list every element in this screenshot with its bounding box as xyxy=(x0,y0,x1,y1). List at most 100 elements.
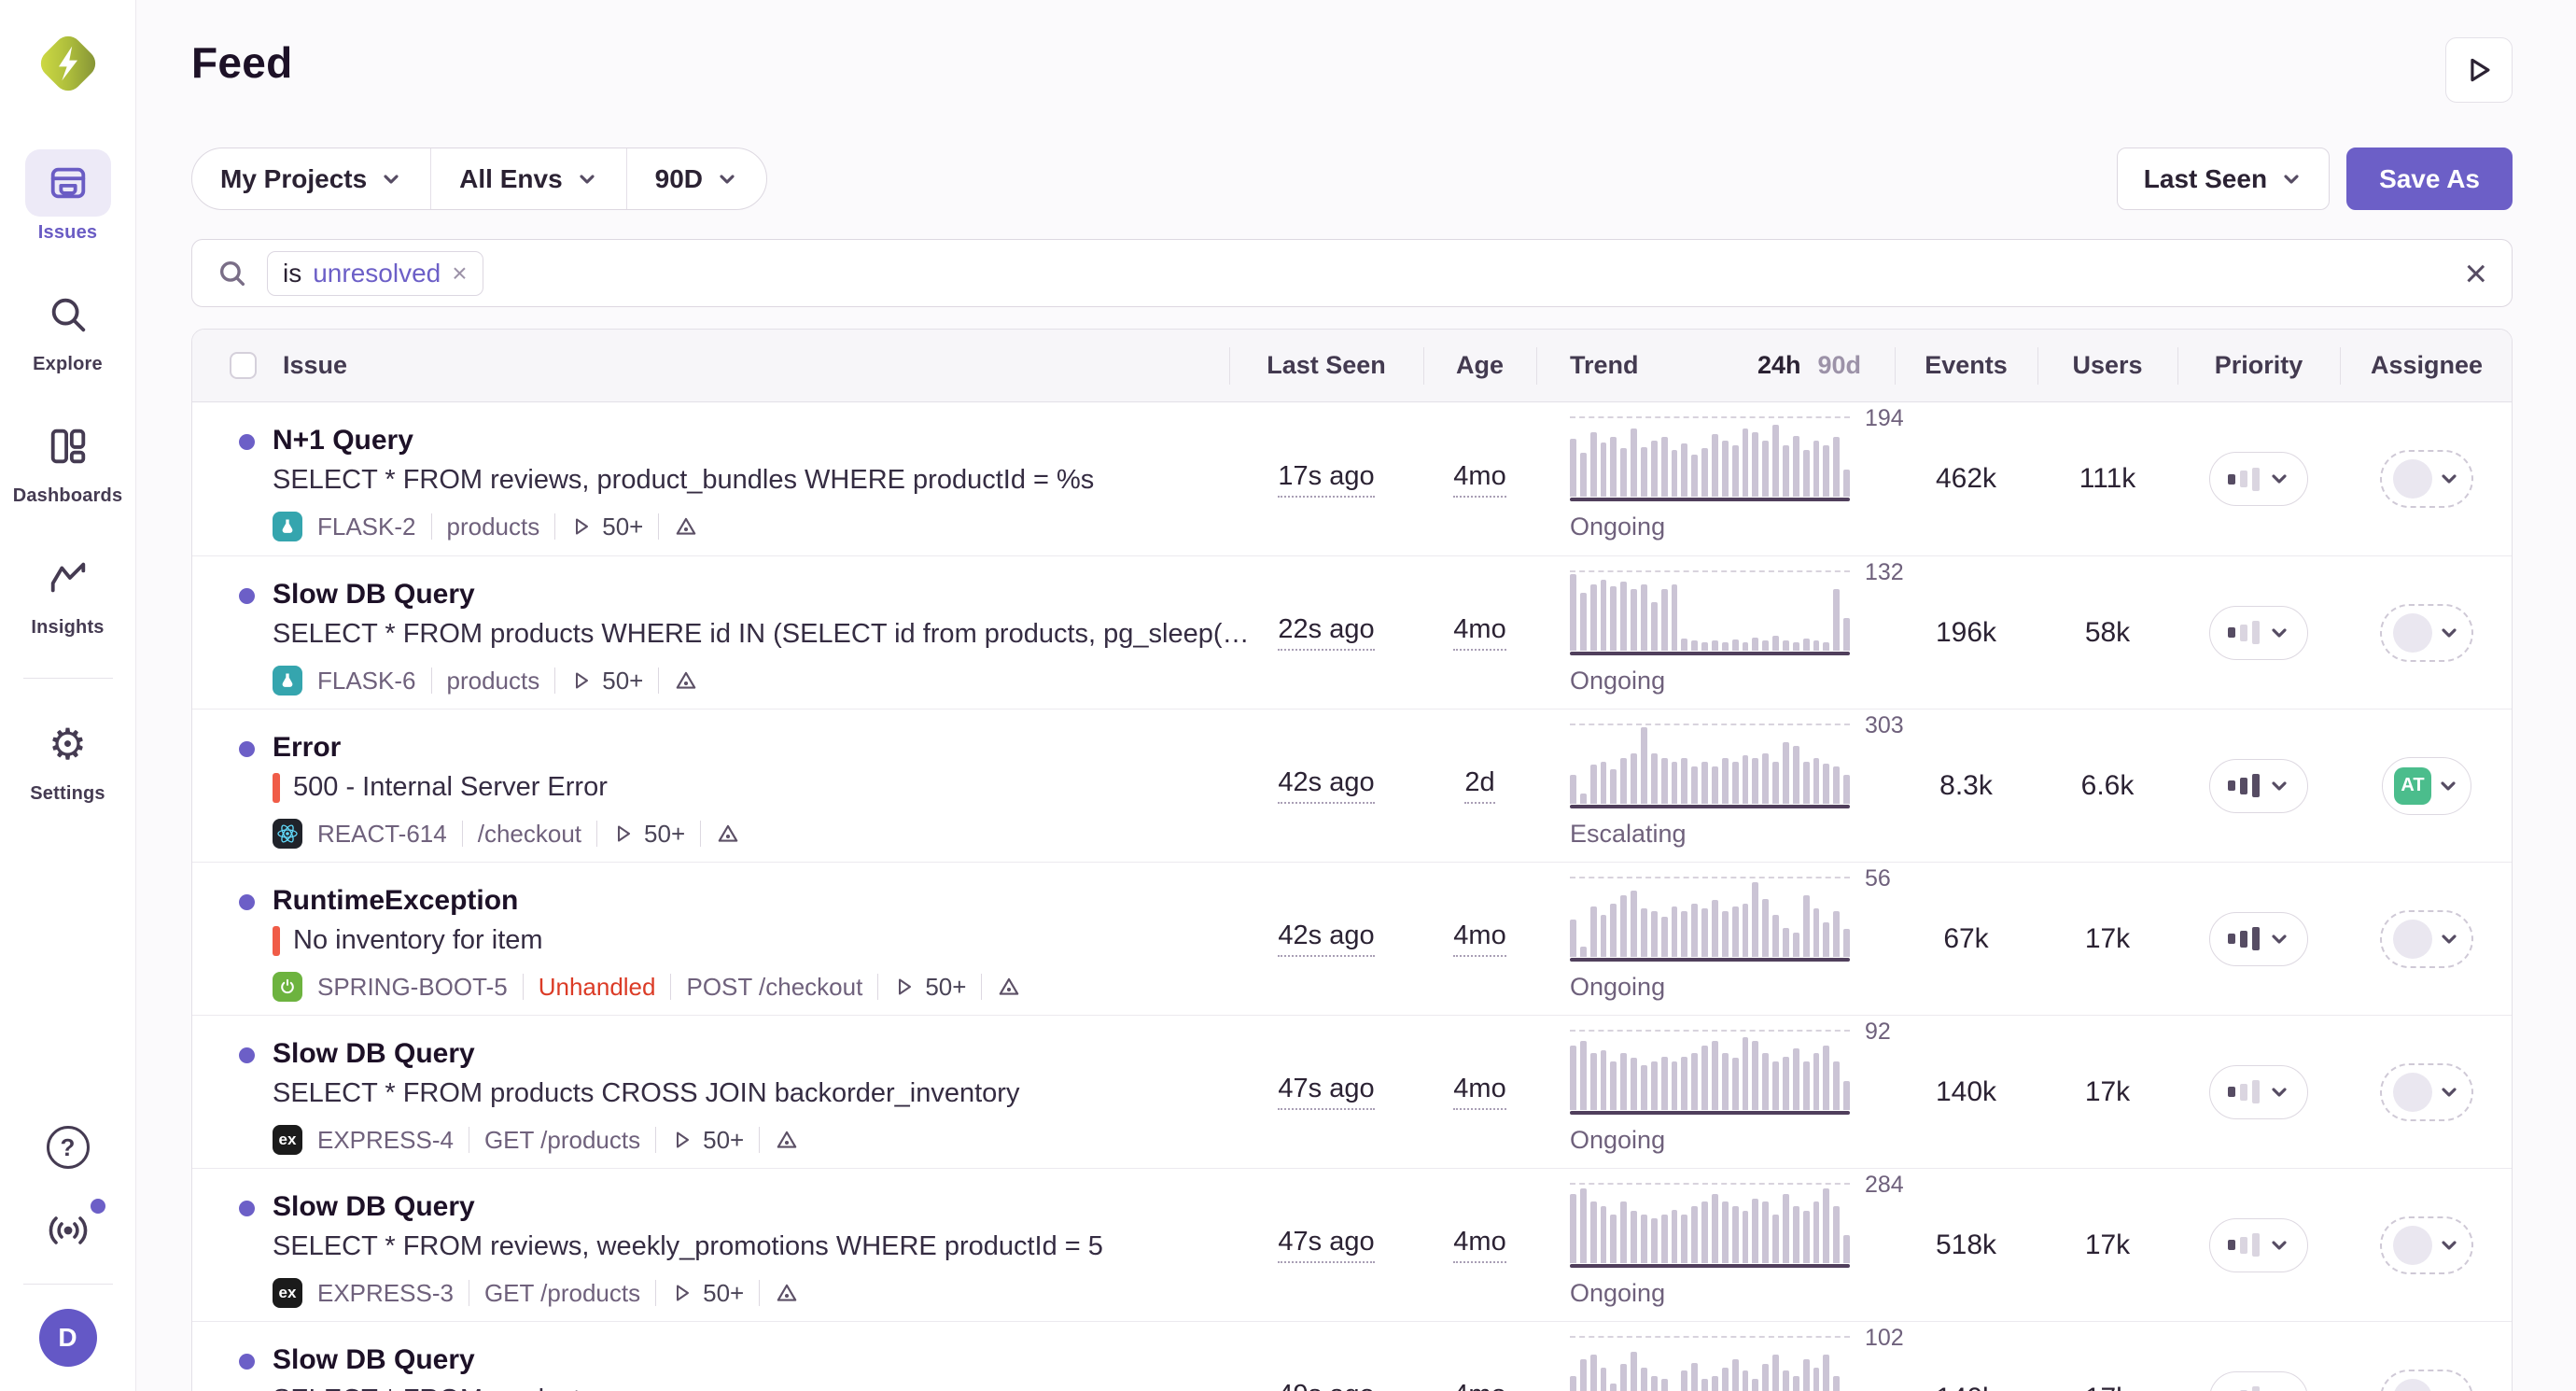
age-value[interactable]: 4mo xyxy=(1453,1227,1505,1263)
age-value[interactable]: 4mo xyxy=(1453,1074,1505,1110)
token-remove-icon[interactable]: × xyxy=(452,259,467,288)
priority-select[interactable] xyxy=(2209,1218,2308,1272)
issue-title[interactable]: N+1 Query xyxy=(273,425,1094,457)
age-value[interactable]: 2d xyxy=(1464,767,1494,804)
sidebar-item-issues[interactable]: Issues xyxy=(25,149,111,244)
user-avatar[interactable]: D xyxy=(39,1309,97,1367)
chevron-down-icon xyxy=(2438,928,2460,950)
sidebar-item-dashboards[interactable]: Dashboards xyxy=(13,413,123,507)
assignee-select[interactable] xyxy=(2380,1063,2473,1121)
last-seen-value[interactable]: 42s ago xyxy=(1278,767,1374,804)
assignee-select[interactable] xyxy=(2380,1370,2473,1391)
express-icon: ex xyxy=(273,1125,302,1155)
column-users[interactable]: Users xyxy=(2037,330,2177,401)
page-filter-bar: My Projects All Envs 90D xyxy=(191,148,767,210)
last-seen-value[interactable]: 17s ago xyxy=(1278,461,1374,498)
priority-select[interactable] xyxy=(2209,452,2308,506)
column-age[interactable]: Age xyxy=(1423,330,1536,401)
date-range-dropdown[interactable]: 90D xyxy=(626,148,766,209)
app-logo[interactable] xyxy=(31,26,105,101)
issue-subtitle: 500 - Internal Server Error xyxy=(293,772,608,803)
priority-select[interactable] xyxy=(2209,759,2308,813)
column-last-seen[interactable]: Last Seen xyxy=(1229,330,1423,401)
sidebar-item-settings[interactable]: ⚙ Settings xyxy=(25,710,111,805)
unresolved-status-dot xyxy=(239,894,255,910)
replay-count[interactable]: 50+ xyxy=(570,667,643,696)
events-count: 8.3k xyxy=(1939,770,1993,802)
trend-baseline xyxy=(1570,1111,1850,1115)
project-filter-dropdown[interactable]: My Projects xyxy=(192,148,430,209)
priority-select[interactable] xyxy=(2209,1371,2308,1391)
assignee-select[interactable] xyxy=(2380,910,2473,968)
trend-90d-toggle[interactable]: 90d xyxy=(1817,351,1861,380)
unresolved-status-dot xyxy=(239,434,255,450)
replay-count[interactable]: 50+ xyxy=(671,1126,744,1155)
alert-triangle-icon xyxy=(997,975,1021,999)
trend-24h-toggle[interactable]: 24h xyxy=(1757,351,1801,380)
issue-title[interactable]: Error xyxy=(273,732,740,764)
priority-select[interactable] xyxy=(2209,606,2308,660)
issue-subtitle: SELECT * FROM reviews, weekly_promotions… xyxy=(273,1231,1103,1262)
last-seen-value[interactable]: 22s ago xyxy=(1278,614,1374,651)
issue-row[interactable]: Slow DB Query SELECT * FROM products ex … xyxy=(192,1321,2512,1391)
trend-sparkline xyxy=(1570,1183,1850,1263)
save-as-button[interactable]: Save As xyxy=(2346,148,2513,210)
unresolved-status-dot xyxy=(239,1201,255,1216)
age-value[interactable]: 4mo xyxy=(1453,1380,1505,1391)
error-marker xyxy=(273,773,280,803)
unresolved-status-dot xyxy=(239,1047,255,1063)
assignee-select[interactable] xyxy=(2380,604,2473,662)
replay-count[interactable]: 50+ xyxy=(893,973,966,1002)
dashboards-grid-icon xyxy=(25,413,111,480)
column-events[interactable]: Events xyxy=(1895,330,2037,401)
issue-row[interactable]: RuntimeException No inventory for item S… xyxy=(192,862,2512,1015)
column-issue: Issue xyxy=(192,330,1229,401)
search-token-is-unresolved[interactable]: is unresolved × xyxy=(267,251,483,296)
issue-title[interactable]: Slow DB Query xyxy=(273,1191,1103,1223)
issue-row[interactable]: N+1 Query SELECT * FROM reviews, product… xyxy=(192,402,2512,555)
replay-count[interactable]: 50+ xyxy=(570,513,643,541)
issue-search-bar[interactable]: is unresolved × × xyxy=(191,239,2513,307)
column-priority: Priority xyxy=(2177,330,2340,401)
assignee-select[interactable] xyxy=(2380,450,2473,508)
sidebar-item-explore[interactable]: Explore xyxy=(25,281,111,375)
select-all-checkbox[interactable] xyxy=(230,352,257,379)
issue-title[interactable]: Slow DB Query xyxy=(273,1038,1019,1070)
trend-status: Ongoing xyxy=(1570,1279,1665,1308)
last-seen-value[interactable]: 47s ago xyxy=(1278,1074,1374,1110)
transaction-tag: GET /products xyxy=(484,1279,640,1308)
sidebar-item-insights[interactable]: Insights xyxy=(25,544,111,639)
replay-count[interactable]: 50+ xyxy=(612,820,685,849)
trend-status: Ongoing xyxy=(1570,513,1665,541)
issue-row[interactable]: Error 500 - Internal Server Error xyxy=(192,709,2512,862)
assignee-select[interactable] xyxy=(2380,1216,2473,1274)
assignee-select[interactable]: AT xyxy=(2382,757,2471,815)
issue-subtitle: SELECT * FROM products CROSS JOIN backor… xyxy=(273,1078,1019,1109)
replay-tour-button[interactable] xyxy=(2445,37,2513,103)
filter-row: My Projects All Envs 90D Last Seen Save … xyxy=(191,148,2513,210)
replay-count[interactable]: 50+ xyxy=(671,1279,744,1308)
whats-new-button[interactable] xyxy=(44,1210,92,1256)
search-icon xyxy=(25,281,111,348)
priority-select[interactable] xyxy=(2209,1065,2308,1119)
sort-dropdown[interactable]: Last Seen xyxy=(2117,148,2330,210)
age-value[interactable]: 4mo xyxy=(1453,614,1505,651)
trend-peak-value: 194 xyxy=(1865,405,1904,432)
users-count: 17k xyxy=(2085,923,2130,955)
last-seen-value[interactable]: 49s ago xyxy=(1278,1380,1374,1391)
search-clear-icon[interactable]: × xyxy=(2464,254,2487,293)
environment-filter-dropdown[interactable]: All Envs xyxy=(430,148,625,209)
issue-row[interactable]: Slow DB Query SELECT * FROM products CRO… xyxy=(192,1015,2512,1168)
age-value[interactable]: 4mo xyxy=(1453,461,1505,498)
replay-play-icon xyxy=(671,1129,693,1151)
priority-select[interactable] xyxy=(2209,912,2308,966)
age-value[interactable]: 4mo xyxy=(1453,920,1505,957)
help-circle-icon[interactable]: ? xyxy=(47,1126,90,1169)
issue-title[interactable]: Slow DB Query xyxy=(273,579,1201,611)
issue-row[interactable]: Slow DB Query SELECT * FROM products WHE… xyxy=(192,555,2512,709)
issue-title[interactable]: Slow DB Query xyxy=(273,1344,799,1376)
last-seen-value[interactable]: 47s ago xyxy=(1278,1227,1374,1263)
last-seen-value[interactable]: 42s ago xyxy=(1278,920,1374,957)
issue-row[interactable]: Slow DB Query SELECT * FROM reviews, wee… xyxy=(192,1168,2512,1321)
issue-title[interactable]: RuntimeException xyxy=(273,885,1021,917)
